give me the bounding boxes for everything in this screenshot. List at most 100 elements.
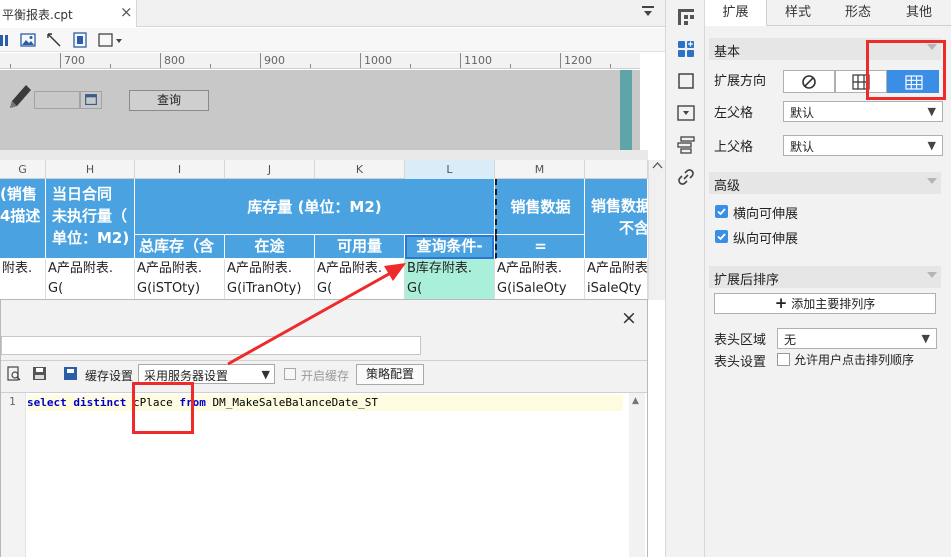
data-cell-k[interactable]: A产品附表. G(: [315, 259, 405, 299]
diagonal-line-icon[interactable]: [46, 32, 62, 48]
data-cell-text: B库存附表.: [407, 261, 473, 276]
header-cell-sales-excl[interactable]: 销售数据 不含: [585, 179, 648, 259]
page-boundary-strip: [620, 70, 632, 150]
top-parent-select[interactable]: 默认 ▼: [783, 135, 943, 156]
column-header-i[interactable]: I: [135, 160, 225, 179]
ruler-label: 800: [164, 54, 185, 67]
expand-none-option[interactable]: [783, 70, 835, 93]
date-input[interactable]: [34, 91, 80, 109]
tab-close-icon[interactable]: ×: [120, 3, 133, 21]
no-expand-icon: [802, 75, 816, 89]
top-parent-label: 上父格: [714, 140, 754, 155]
data-cell-text: G(: [317, 281, 333, 296]
list-settings-icon[interactable]: [677, 136, 695, 154]
add-primary-sort-button[interactable]: + 添加主要排列序: [714, 293, 936, 314]
expand-vertical-option[interactable]: [887, 70, 939, 93]
data-cell-g[interactable]: 附表.: [0, 259, 46, 299]
form-icon[interactable]: [72, 32, 88, 48]
header-cell-h[interactable]: 当日合同 未执行量（ 单位：M2): [46, 179, 135, 259]
header-cell-sales[interactable]: 销售数据: [495, 179, 585, 235]
section-basic[interactable]: 基本: [709, 38, 941, 60]
document-tab-title: 平衡报表.cpt: [2, 8, 73, 22]
report-sheet: (销售 4描述 当日合同 未执行量（ 单位：M2) 库存量 (单位：M2) 销售…: [0, 179, 648, 299]
column-header-n[interactable]: [585, 160, 648, 179]
hyperlink-icon[interactable]: [677, 168, 695, 186]
data-cell-n[interactable]: A产品附表 iSaleQty: [585, 259, 648, 299]
dialog-close-icon[interactable]: ×: [621, 307, 637, 329]
ruler-tick: [560, 53, 561, 68]
column-header-j[interactable]: J: [225, 160, 315, 179]
dataset-name-input[interactable]: [1, 336, 421, 355]
editor-toolbar: [0, 28, 665, 52]
enable-cache-checkbox[interactable]: [284, 368, 296, 380]
section-basic-title: 基本: [714, 45, 741, 60]
sheet-vertical-scrollbar[interactable]: [648, 160, 665, 300]
vertical-expand-checkbox[interactable]: [715, 230, 728, 243]
pencil-icon[interactable]: [6, 82, 32, 112]
header-cell-text: 未执行量（: [52, 207, 128, 225]
sql-line[interactable]: select distinct cPlace from DM_MakeSaleB…: [27, 395, 623, 411]
editor-vertical-scrollbar[interactable]: ▲: [629, 393, 645, 557]
header-area-select[interactable]: 无 ▼: [777, 328, 937, 349]
header-cell-i[interactable]: 总库存（含: [135, 235, 225, 259]
tab-expand[interactable]: 扩展: [705, 0, 767, 26]
calendar-icon[interactable]: [80, 91, 102, 109]
image-icon[interactable]: [20, 32, 36, 48]
data-cell-text: G(: [407, 281, 423, 296]
ruler-label: 1200: [564, 54, 592, 67]
column-header-k[interactable]: K: [315, 160, 405, 179]
document-tab[interactable]: 平衡报表.cpt ×: [0, 0, 137, 27]
header-cell-inventory[interactable]: 库存量 (单位：M2): [135, 179, 495, 235]
data-cell-m[interactable]: A产品附表. G(iSaleOty: [495, 259, 585, 299]
cache-settings-label: 缓存设置: [85, 369, 134, 383]
tab-style[interactable]: 样式: [767, 0, 829, 26]
column-header-m[interactable]: M: [495, 160, 585, 179]
header-cell-k[interactable]: 可用量: [315, 235, 405, 259]
tab-form[interactable]: 形态: [827, 0, 889, 26]
ruler-tick: [460, 53, 461, 68]
column-header-g[interactable]: G: [0, 160, 46, 179]
data-cell-i[interactable]: A产品附表. G(iSTOty): [135, 259, 225, 299]
tab-menu-icon[interactable]: [641, 5, 655, 19]
cell-element-icon[interactable]: [677, 8, 695, 26]
save-icon[interactable]: [32, 366, 47, 381]
header-cell-l[interactable]: 查询条件-: [405, 235, 495, 259]
vertical-expand-label: 纵向可伸展: [733, 232, 799, 247]
tab-other[interactable]: 其他: [887, 0, 951, 26]
condition-icon[interactable]: [677, 104, 695, 122]
data-cell-j[interactable]: A产品附表. G(iTranOty): [225, 259, 315, 299]
data-cell-l-selected[interactable]: B库存附表. G(: [405, 259, 495, 299]
header-cell-j[interactable]: 在途: [225, 235, 315, 259]
section-sort[interactable]: 扩展后排序: [709, 266, 941, 288]
data-cell-text: A产品附表.: [317, 261, 383, 276]
horizontal-expand-checkbox[interactable]: [715, 205, 728, 218]
header-cell-text: (销售: [0, 185, 37, 203]
column-header-l[interactable]: L: [405, 160, 495, 179]
vertical-expand-icon: [905, 75, 923, 90]
cell-attribute-icon[interactable]: [677, 40, 695, 58]
expand-horizontal-option[interactable]: [835, 70, 887, 93]
scroll-up-icon[interactable]: [649, 160, 666, 172]
data-cell-text: A产品附表.: [227, 261, 293, 276]
column-header-h[interactable]: H: [46, 160, 135, 179]
ruler-tick: [360, 53, 361, 68]
cache-settings-select[interactable]: 采用服务器设置 ▼: [138, 364, 275, 384]
sql-editor[interactable]: 1 select distinct cPlace from DM_MakeSal…: [1, 392, 647, 557]
data-cell-h[interactable]: A产品附表. G(: [46, 259, 135, 299]
header-cell-g[interactable]: (销售 4描述: [0, 179, 46, 259]
query-button[interactable]: 查询: [129, 90, 209, 111]
left-parent-select[interactable]: 默认 ▼: [783, 101, 943, 122]
border-dropdown-icon[interactable]: [98, 32, 124, 48]
strategy-config-button[interactable]: 策略配置: [356, 364, 424, 385]
scroll-up-icon[interactable]: ▲: [632, 396, 639, 406]
allow-sort-checkbox[interactable]: [777, 353, 790, 366]
horizontal-expand-label: 横向可伸展: [733, 207, 799, 222]
horizontal-expand-icon: [852, 74, 870, 90]
widget-settings-icon[interactable]: [677, 72, 695, 90]
section-advanced[interactable]: 高级: [709, 172, 941, 194]
parameter-panel: 查询: [0, 70, 640, 150]
preview-icon[interactable]: [7, 366, 22, 381]
property-tabs: 扩展 样式 形态 其他: [705, 0, 951, 26]
header-cell-m[interactable]: =: [495, 235, 585, 259]
column-chart-icon[interactable]: [0, 32, 16, 48]
